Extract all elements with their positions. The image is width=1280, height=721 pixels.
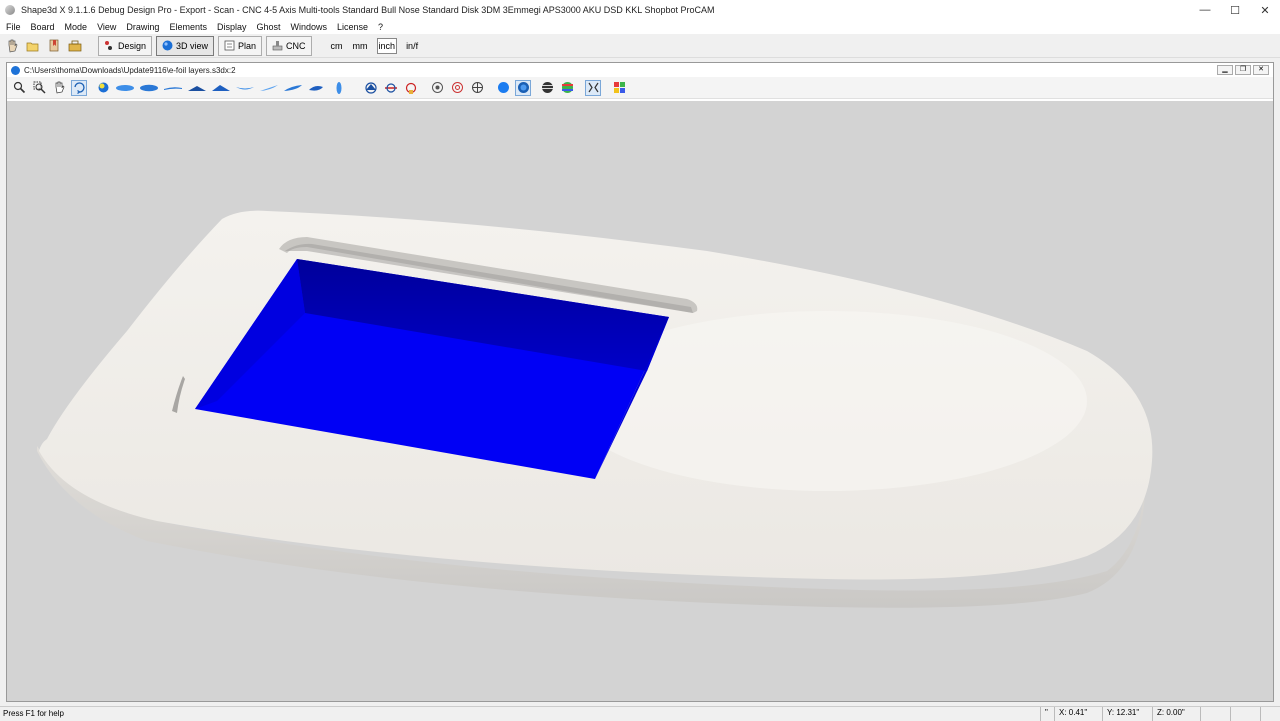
sphere-icon [162,40,173,51]
layers-color-icon[interactable] [611,80,627,96]
zoom-icon[interactable] [11,80,27,96]
menu-display[interactable]: Display [217,22,247,32]
render-shaded-icon[interactable] [515,79,531,96]
board-slice-icon[interactable] [211,80,231,96]
camera-top-icon[interactable] [363,80,379,96]
document-path: C:\Users\thoma\Downloads\Update9116\e-fo… [24,65,236,75]
3d-view-mode-button[interactable]: 3D view [156,35,215,56]
close-button[interactable]: ✕ [1250,0,1280,20]
plan-mode-button[interactable]: Plan [218,35,263,56]
status-marker: " [1040,707,1054,721]
hand-icon[interactable] [5,39,19,53]
open-file-icon[interactable] [26,39,40,53]
board-rocker-icon[interactable] [187,80,207,96]
board-vertical-icon[interactable] [331,80,347,96]
plan-mode-label: Plan [238,40,257,51]
menu-help[interactable]: ? [378,22,383,32]
cnc-mode-label: CNC [286,40,306,51]
app-icon [5,5,15,15]
minimize-button[interactable]: — [1190,0,1220,20]
status-z: Z: 0.00" [1152,707,1200,721]
zoom-window-icon[interactable] [31,80,47,96]
cnc-mode-button[interactable]: CNC [266,35,312,56]
document-titlebar: C:\Users\thoma\Downloads\Update9116\e-fo… [7,63,1273,77]
status-empty-2 [1230,707,1260,721]
board-nose-icon[interactable] [307,80,327,96]
menu-elements[interactable]: Elements [169,22,207,32]
window-titlebar: Shape3d X 9.1.1.6 Debug Design Pro - Exp… [0,0,1280,20]
toolbox-icon[interactable] [68,39,82,53]
menu-license[interactable]: License [337,22,368,32]
window-controls: — ☐ ✕ [1190,0,1280,20]
unit-mm[interactable]: mm [352,39,369,53]
document-close-button[interactable]: ✕ [1253,65,1269,75]
view-toolbar [7,77,1273,99]
design-mode-button[interactable]: Design [98,35,153,56]
pan-hand-icon[interactable] [51,80,67,96]
document-window: C:\Users\thoma\Downloads\Update9116\e-fo… [6,62,1274,702]
view-reset-icon[interactable] [429,80,445,96]
design-mode-label: Design [118,40,147,51]
board-side-icon[interactable] [235,80,255,96]
3d-viewport[interactable] [7,101,1273,701]
board-diagonal-icon[interactable] [259,80,279,96]
view-target-icon[interactable] [449,80,465,96]
document-restore-button[interactable]: ❐ [1235,65,1251,75]
coordinate-readout: " X: 0.41" Y: 12.31" Z: 0.00" [1040,707,1280,721]
document-icon [11,65,20,75]
view-wire-icon[interactable] [469,80,485,96]
color-light-icon[interactable] [95,80,111,96]
render-stripes-icon[interactable] [539,80,555,96]
main-toolbar: Design 3D view Plan CNC cm mm inch in/f [0,34,1280,58]
menu-windows[interactable]: Windows [291,22,328,32]
board-bottom-icon[interactable] [139,80,159,96]
status-x: X: 0.41" [1054,707,1102,721]
rotate-icon[interactable] [71,79,87,96]
status-empty-1 [1200,707,1230,721]
board-3d-render [37,210,1153,608]
unit-inf[interactable]: in/f [405,39,419,53]
status-y: Y: 12.31" [1102,707,1152,721]
bookmark-icon[interactable] [47,39,61,53]
camera-side-icon[interactable] [383,80,399,96]
board-top-icon[interactable] [115,80,135,96]
render-curvature-icon[interactable] [559,80,575,96]
render-solid-icon[interactable] [495,80,511,96]
document-window-controls: ▁ ❐ ✕ [1215,65,1269,75]
menu-ghost[interactable]: Ghost [256,22,280,32]
symmetry-icon[interactable] [585,79,601,96]
window-title: Shape3d X 9.1.1.6 Debug Design Pro - Exp… [21,5,715,15]
unit-inch[interactable]: inch [376,37,398,54]
status-help-text: Press F1 for help [3,709,64,718]
board-profile-icon[interactable] [163,80,183,96]
menu-file[interactable]: File [6,22,21,32]
status-empty-3 [1260,707,1280,721]
document-minimize-button[interactable]: ▁ [1217,65,1233,75]
menu-view[interactable]: View [97,22,116,32]
plan-icon [224,40,235,51]
cnc-machine-icon [272,40,283,51]
menu-board[interactable]: Board [31,22,55,32]
menu-drawing[interactable]: Drawing [126,22,159,32]
board-diagonal2-icon[interactable] [283,80,303,96]
3d-view-mode-label: 3D view [176,40,209,51]
camera-front-icon[interactable] [403,80,419,96]
maximize-button[interactable]: ☐ [1220,0,1250,20]
unit-cm[interactable]: cm [330,39,344,53]
status-bar: Press F1 for help " X: 0.41" Y: 12.31" Z… [0,706,1280,721]
menu-mode[interactable]: Mode [65,22,88,32]
menu-bar: File Board Mode View Drawing Elements Di… [0,20,1280,34]
design-icon [104,40,115,51]
